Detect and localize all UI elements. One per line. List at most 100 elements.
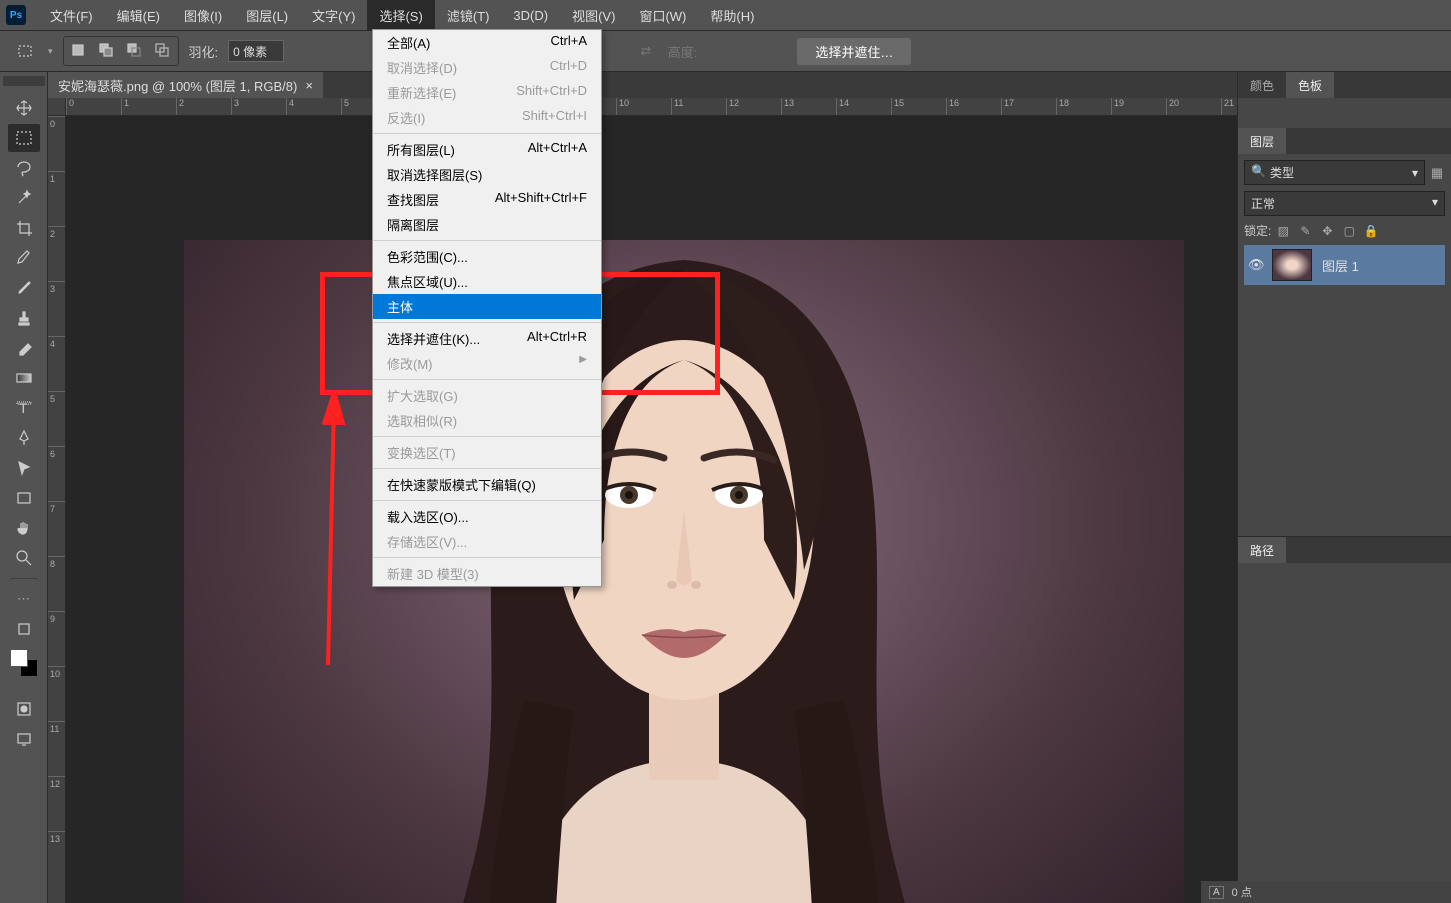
- menu-select[interactable]: 选择(S): [367, 0, 434, 31]
- ruler-vertical[interactable]: 012345678910111213: [48, 116, 66, 903]
- layer-thumbnail[interactable]: [1272, 249, 1312, 281]
- chevron-down-icon[interactable]: ▾: [48, 46, 53, 57]
- brush-tool[interactable]: [8, 274, 40, 302]
- layers-panel: 🔍类型 ▾ ▦ 正常 ▾ 锁定: ▨ ✎ ✥ ▢ 🔒: [1238, 154, 1451, 536]
- menu-image[interactable]: 图像(I): [172, 0, 234, 31]
- menu-item-隔离图层[interactable]: 隔离图层: [373, 212, 601, 237]
- close-tab-icon[interactable]: ×: [305, 78, 313, 93]
- document-tab[interactable]: 安妮海瑟薇.png @ 100% (图层 1, RGB/8) ×: [48, 72, 323, 99]
- blend-mode-select[interactable]: 正常 ▾: [1244, 191, 1445, 216]
- pen-tool[interactable]: [8, 424, 40, 452]
- tab-color[interactable]: 颜色: [1238, 72, 1286, 98]
- magic-wand-tool[interactable]: [8, 184, 40, 212]
- menu-separator: [373, 133, 601, 134]
- menu-item-全部A[interactable]: 全部(A) Ctrl+A: [373, 30, 601, 55]
- menu-item-取消选择D: 取消选择(D)Ctrl+D: [373, 55, 601, 80]
- menu-item-label: 载入选区(O)...: [387, 507, 469, 526]
- tab-paths[interactable]: 路径: [1238, 537, 1286, 563]
- zoom-tool[interactable]: [8, 544, 40, 572]
- filter-image-icon[interactable]: ▦: [1429, 165, 1445, 181]
- screenmode-tool[interactable]: [8, 725, 40, 753]
- ruler-horizontal[interactable]: 0123456789101112131415161718192021: [66, 98, 1237, 116]
- document-tab-bar: 安妮海瑟薇.png @ 100% (图层 1, RGB/8) ×: [48, 72, 1237, 98]
- toolbar: T ⋯: [0, 72, 48, 903]
- ruler-tick: 1: [121, 98, 176, 115]
- menu-filter[interactable]: 滤镜(T): [435, 0, 502, 31]
- menubar: Ps 文件(F) 编辑(E) 图像(I) 图层(L) 文字(Y) 选择(S) 滤…: [0, 0, 1451, 30]
- feather-input[interactable]: [228, 40, 284, 62]
- tool-preset-icon[interactable]: [14, 39, 38, 63]
- menu-item-label: 所有图层(L): [387, 140, 455, 159]
- move-tool[interactable]: [8, 94, 40, 122]
- lasso-tool[interactable]: [8, 154, 40, 182]
- tab-layers[interactable]: 图层: [1238, 128, 1286, 154]
- menu-item-shortcut: Ctrl+A: [551, 33, 587, 52]
- ruler-tick: 13: [781, 98, 836, 115]
- ruler-tick: 4: [286, 98, 341, 115]
- menu-type[interactable]: 文字(Y): [300, 0, 367, 31]
- document-tab-title: 安妮海瑟薇.png @ 100% (图层 1, RGB/8): [58, 76, 297, 95]
- menu-item-在快速蒙版模式下编辑Q[interactable]: 在快速蒙版模式下编辑(Q): [373, 472, 601, 497]
- intersect-selection-icon[interactable]: [150, 39, 176, 63]
- menu-item-shortcut: Shift+Ctrl+D: [516, 83, 587, 102]
- crop-tool[interactable]: [8, 214, 40, 242]
- menu-file[interactable]: 文件(F): [38, 0, 105, 31]
- menu-item-所有图层L[interactable]: 所有图层(L)Alt+Ctrl+A: [373, 137, 601, 162]
- stamp-tool[interactable]: [8, 304, 40, 332]
- lock-brush-icon[interactable]: ✎: [1297, 223, 1313, 239]
- lock-position-icon[interactable]: ✥: [1319, 223, 1335, 239]
- subtract-selection-icon[interactable]: [122, 39, 148, 63]
- rectangle-tool[interactable]: [8, 484, 40, 512]
- menu-item-查找图层[interactable]: 查找图层Alt+Shift+Ctrl+F: [373, 187, 601, 212]
- menu-item-label: 全部(A): [387, 33, 430, 52]
- menu-item-shortcut: Alt+Shift+Ctrl+F: [495, 190, 587, 209]
- new-selection-icon[interactable]: [66, 39, 92, 63]
- menu-item-label: 新建 3D 模型(3): [387, 564, 479, 583]
- ruler-tick: 17: [1001, 98, 1056, 115]
- menu-item-选择并遮住K[interactable]: 选择并遮住(K)...Alt+Ctrl+R: [373, 326, 601, 351]
- character-icon[interactable]: A: [1209, 886, 1224, 899]
- canvas-viewport[interactable]: [66, 116, 1237, 903]
- select-and-mask-button[interactable]: 选择并遮住…: [797, 38, 911, 65]
- layer-filter-dropdown[interactable]: 🔍类型 ▾: [1244, 160, 1425, 185]
- menu-item-载入选区O[interactable]: 载入选区(O)...: [373, 504, 601, 529]
- add-selection-icon[interactable]: [94, 39, 120, 63]
- layer-item[interactable]: 👁 图层 1: [1244, 245, 1445, 285]
- lock-artboard-icon[interactable]: ▢: [1341, 223, 1357, 239]
- gradient-tool[interactable]: [8, 364, 40, 392]
- layer-name[interactable]: 图层 1: [1322, 256, 1359, 275]
- canvas-document[interactable]: [184, 240, 1184, 903]
- menu-separator: [373, 468, 601, 469]
- marquee-tool[interactable]: [8, 124, 40, 152]
- menu-item-label: 反选(I): [387, 108, 425, 127]
- path-select-tool[interactable]: [8, 454, 40, 482]
- height-label: 高度:: [668, 42, 698, 61]
- lock-pixels-icon[interactable]: ▨: [1275, 223, 1291, 239]
- menu-item-取消选择图层S[interactable]: 取消选择图层(S): [373, 162, 601, 187]
- menu-edit[interactable]: 编辑(E): [105, 0, 172, 31]
- ruler-tick: 18: [1056, 98, 1111, 115]
- menu-help[interactable]: 帮助(H): [698, 0, 766, 31]
- color-swatch[interactable]: [10, 649, 38, 677]
- menu-item-色彩范围C[interactable]: 色彩范围(C)...: [373, 244, 601, 269]
- eraser-tool[interactable]: [8, 334, 40, 362]
- ruler-tick: 0: [48, 116, 65, 171]
- extra-tool-icon[interactable]: [8, 615, 40, 643]
- eyedropper-tool[interactable]: [8, 244, 40, 272]
- menu-item-焦点区域U[interactable]: 焦点区域(U)...: [373, 269, 601, 294]
- hand-tool[interactable]: [8, 514, 40, 542]
- tab-swatches[interactable]: 色板: [1286, 72, 1334, 98]
- edit-toolbar-icon[interactable]: ⋯: [8, 585, 40, 613]
- menu-view[interactable]: 视图(V): [560, 0, 627, 31]
- visibility-icon[interactable]: 👁: [1248, 257, 1262, 273]
- quickmask-tool[interactable]: [8, 695, 40, 723]
- type-tool[interactable]: T: [8, 394, 40, 422]
- lock-all-icon[interactable]: 🔒: [1363, 223, 1379, 239]
- menu-layer[interactable]: 图层(L): [234, 0, 300, 31]
- menu-item-主体[interactable]: 主体: [373, 294, 601, 319]
- menu-3d[interactable]: 3D(D): [501, 2, 560, 29]
- menu-item-label: 取消选择图层(S): [387, 165, 482, 184]
- menu-window[interactable]: 窗口(W): [627, 0, 698, 31]
- menu-separator: [373, 557, 601, 558]
- foreground-color[interactable]: [10, 649, 28, 667]
